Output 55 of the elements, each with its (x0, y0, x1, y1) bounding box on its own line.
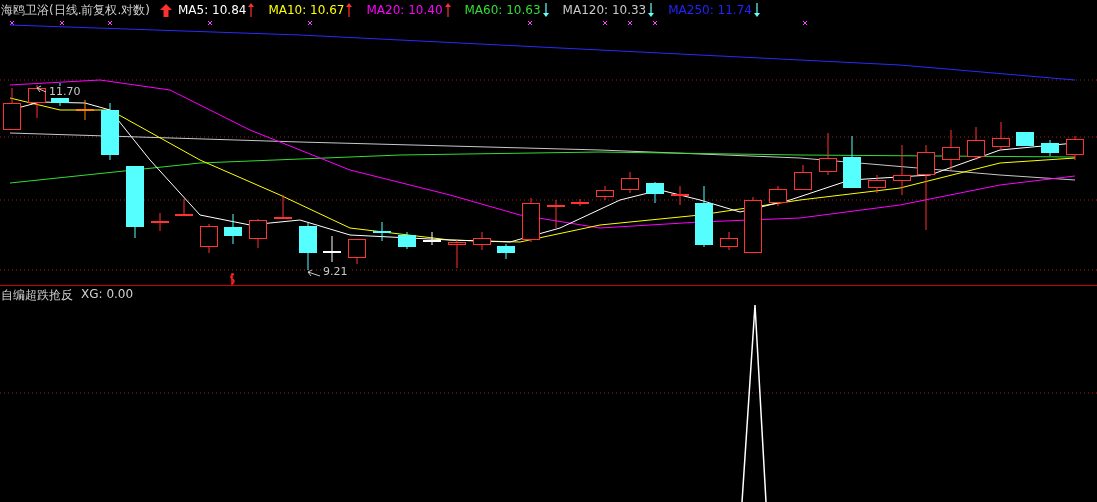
candlestick (249, 218, 267, 249)
leader-line (307, 269, 321, 277)
candlestick (200, 223, 218, 254)
candlestick (372, 221, 392, 242)
candlestick (744, 196, 762, 254)
candlestick (570, 198, 590, 207)
candlestick (422, 231, 442, 246)
candlestick (942, 129, 960, 171)
candlestick (819, 132, 837, 176)
candlestick (322, 235, 342, 263)
candlestick (101, 102, 119, 161)
candlestick (497, 243, 515, 260)
candlestick (348, 238, 366, 265)
candlestick (646, 181, 664, 204)
candlestick (3, 87, 21, 131)
moving-average-reading: MA120: 10.33 (562, 3, 647, 17)
candlestick (28, 84, 46, 119)
candlestick (1041, 139, 1059, 157)
moving-average-reading: MA60: 10.63 (464, 3, 541, 17)
candlestick (299, 222, 317, 271)
candlestick (794, 164, 812, 191)
candlestick (1016, 131, 1034, 147)
moving-average-reading: MA20: 10.40 (366, 3, 443, 17)
candlestick (448, 239, 466, 269)
candlestick (1066, 135, 1084, 161)
indicator-reading: XG: 0.00 (81, 287, 134, 303)
candlestick (720, 231, 738, 251)
candlestick (75, 99, 95, 121)
candlestick (398, 231, 416, 250)
indicator-title: 自编超跌抢反 (1, 287, 73, 304)
candlestick (695, 185, 713, 248)
candlestick (273, 194, 293, 219)
candlestick (868, 174, 886, 194)
candlestick (992, 121, 1010, 151)
candlestick (893, 144, 911, 196)
moving-average-reading: MA5: 10.84 (178, 3, 247, 17)
moving-average-reading: MA250: 11.74 (668, 3, 752, 17)
chart-title: 海鸥卫浴(日线.前复权.对数) (1, 1, 150, 19)
price-label: 9.21 (322, 266, 349, 278)
candlestick (224, 213, 242, 245)
moving-average-reading: MA10: 10.67 (268, 3, 345, 17)
candlestick (546, 199, 566, 229)
leader-line (36, 85, 47, 93)
price-label: 11.70 (48, 86, 82, 98)
candlestick (596, 185, 614, 201)
candlestick (967, 126, 985, 161)
candlestick (522, 197, 540, 243)
candlestick (621, 171, 639, 194)
candlestick (150, 212, 170, 232)
candlestick (670, 185, 690, 206)
candlestick (843, 135, 861, 189)
candlestick (769, 185, 787, 207)
candlestick (473, 231, 491, 251)
candlestick (174, 198, 194, 217)
signal-marker-icon (230, 272, 235, 285)
